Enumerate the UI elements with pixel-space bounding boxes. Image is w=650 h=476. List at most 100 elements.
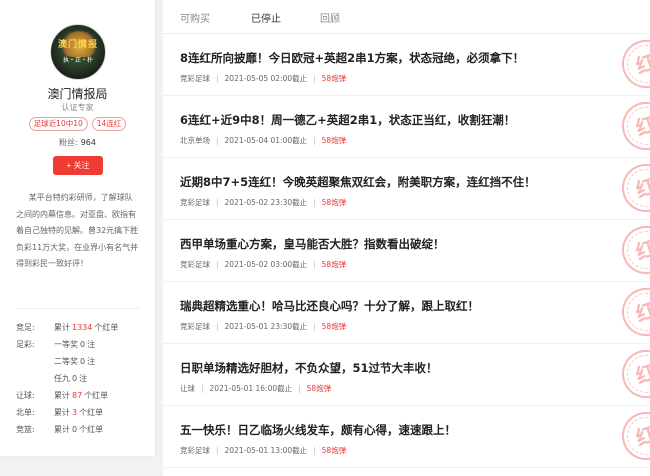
expert-name: 澳门情报局 <box>47 87 108 101</box>
stat-label: 让球: <box>16 391 35 400</box>
plan-deadline: 2021-05-01 13:00截止 <box>224 446 308 455</box>
stat-value: 1334 <box>72 323 93 332</box>
record-stats: 竞足: 累计 1334 个红单 足彩: 一等奖 0 注二等奖 0 注任九 0 注让球: 累计 87 个红单北… <box>16 322 151 441</box>
avatar-text-sub: 执・正・朴 <box>62 57 93 64</box>
stat-prefix: 累计 <box>54 408 70 417</box>
plan-price: 58炮弹 <box>321 198 347 207</box>
stat-suffix: 个红单 <box>94 323 119 332</box>
stat-value: 0 <box>80 357 86 366</box>
meta-separator: | <box>313 136 316 145</box>
plan-category: 竞彩足球 <box>180 74 210 83</box>
expert-profile-card: 澳门情报 执・正・朴 澳门情报局 认证专家 足球近10中10 14连红 粉丝: 9… <box>0 0 155 456</box>
follow-button[interactable]: + 关注 <box>53 156 103 175</box>
meta-separator: | <box>313 74 316 83</box>
stat-suffix: 个红单 <box>79 408 104 417</box>
plan-deadline: 2021-05-02 03:00截止 <box>224 260 308 269</box>
meta-separator: | <box>201 384 204 393</box>
stat-label <box>16 356 54 373</box>
fans-label: 粉丝: <box>59 138 78 147</box>
plan-title[interactable]: 6连红+近9中8！周一德乙+英超2串1，状态正当红，收割狂潮！ <box>180 112 515 128</box>
red-result-stamp-icon: 红 <box>615 33 650 95</box>
meta-separator: | <box>216 136 219 145</box>
plan-title[interactable]: 8连红所向披靡！今日欧冠+英超2串1方案，状态冠绝，必须拿下！ <box>180 50 524 66</box>
plan-title[interactable]: 日职单场精选好胆材，不负众望，51过节大丰收！ <box>180 360 438 376</box>
stat-prefix: 累计 <box>54 425 70 434</box>
plan-title[interactable]: 近期8中7+5连红！今晚英超聚焦双红会，附美职方案，连红挡不住！ <box>180 174 536 190</box>
stat-suffix: 个红单 <box>84 391 109 400</box>
red-result-stamp-icon: 红 <box>615 405 650 467</box>
stat-label: 竞篮: <box>16 425 35 434</box>
stat-row: 北单: 累计 3 个红单 <box>16 407 151 424</box>
divider <box>16 308 139 309</box>
list-item[interactable]: 五一快乐！日乙临场火线发车，颇有心得，速速跟上！ 竞彩足球 | 2021-05-01 … <box>163 405 650 468</box>
verify-label: 认证专家 <box>61 103 94 112</box>
list-item[interactable]: 日职单场精选好胆材，不负众望，51过节大丰收！ 让球 | 2021-05-01 16:… <box>163 343 650 406</box>
plan-title[interactable]: 瑞典超精选重心！哈马比还良心吗？十分了解，跟上取红！ <box>180 298 479 314</box>
stat-row: 足彩: 一等奖 0 注 <box>16 339 151 356</box>
red-result-stamp-icon: 红 <box>615 343 650 405</box>
list-item[interactable]: 6连红+近9中8！周一德乙+英超2串1，状态正当红，收割狂潮！ 北京单场 | 2021… <box>163 95 650 158</box>
plan-meta: 竞彩足球 | 2021-05-02 03:00截止 | 58炮弹 <box>180 259 346 270</box>
avatar-text-main: 澳门情报 <box>57 40 98 50</box>
stat-suffix: 注 <box>87 340 96 349</box>
tab-review[interactable]: 回顾 <box>320 10 340 25</box>
stat-value: 87 <box>72 391 83 400</box>
plan-price: 58炮弹 <box>321 322 347 331</box>
plan-deadline: 2021-05-01 23:30截止 <box>224 322 308 331</box>
plan-meta: 北京单场 | 2021-05-04 01:00截止 | 58炮弹 <box>180 135 346 146</box>
fans-count: 粉丝: 964 <box>0 137 155 148</box>
red-result-stamp-icon: 红 <box>615 219 650 281</box>
fans-number: 964 <box>80 138 96 147</box>
meta-separator: | <box>216 446 219 455</box>
stat-label: 竞足: <box>16 323 35 332</box>
meta-separator: | <box>313 198 316 207</box>
list-item[interactable]: 近期8中7+5连红！今晚英超聚焦双红会，附美职方案，连红挡不住！ 竞彩足球 | 202… <box>163 157 650 220</box>
meta-separator: | <box>313 260 316 269</box>
plan-list: 8连红所向披靡！今日欧冠+英超2串1方案，状态冠绝，必须拿下！ 竞彩足球 | 2021… <box>163 33 650 468</box>
red-result-stamp-icon: 红 <box>615 95 650 157</box>
meta-separator: | <box>216 74 219 83</box>
plan-category: 竞彩足球 <box>180 446 210 455</box>
plan-title[interactable]: 西甲单场重心方案，皇马能否大胜？指数看出破绽！ <box>180 236 445 252</box>
tab-available[interactable]: 可购买 <box>180 10 210 25</box>
plan-price: 58炮弹 <box>321 74 347 83</box>
stat-row: 任九 0 注 <box>16 373 151 390</box>
stat-value: 0 <box>72 425 78 434</box>
stat-row: 让球: 累计 87 个红单 <box>16 390 151 407</box>
tag-win-streak: 14连红 <box>91 117 127 131</box>
tag-recent-record: 足球近10中10 <box>28 117 88 131</box>
tab-stopped[interactable]: 已停止 <box>251 10 281 25</box>
plan-price: 58炮弹 <box>321 136 347 145</box>
plan-list-panel: 可购买 已停止 回顾 8连红所向披靡！今日欧冠+英超2串1方案，状态冠绝，必须拿… <box>163 0 650 476</box>
list-item[interactable]: 8连红所向披靡！今日欧冠+英超2串1方案，状态冠绝，必须拿下！ 竞彩足球 | 2021… <box>163 33 650 96</box>
achievement-tags: 足球近10中10 14连红 <box>0 117 155 131</box>
stat-suffix: 注 <box>79 374 88 383</box>
list-item[interactable]: 西甲单场重心方案，皇马能否大胜？指数看出破绽！ 竞彩足球 | 2021-05-02 0… <box>163 219 650 282</box>
stat-suffix: 个红单 <box>79 425 104 434</box>
stat-prefix: 二等奖 <box>54 357 78 366</box>
list-item[interactable]: 瑞典超精选重心！哈马比还良心吗？十分了解，跟上取红！ 竞彩足球 | 2021-05-0… <box>163 281 650 344</box>
plan-deadline: 2021-05-05 02:00截止 <box>224 74 308 83</box>
plan-category: 竞彩足球 <box>180 322 210 331</box>
plan-price: 58炮弹 <box>321 260 347 269</box>
stat-prefix: 累计 <box>54 391 70 400</box>
plan-category: 让球 <box>180 384 195 393</box>
meta-separator: | <box>216 198 219 207</box>
plan-meta: 让球 | 2021-05-01 16:00截止 | 58炮弹 <box>180 383 331 394</box>
red-result-stamp-icon: 红 <box>615 281 650 343</box>
avatar[interactable]: 澳门情报 执・正・朴 <box>50 24 106 80</box>
plan-category: 竞彩足球 <box>180 260 210 269</box>
stat-suffix: 注 <box>87 357 96 366</box>
stat-label <box>16 373 54 390</box>
red-result-stamp-icon: 红 <box>615 157 650 219</box>
stat-row: 二等奖 0 注 <box>16 356 151 373</box>
stat-label: 北单: <box>16 408 35 417</box>
plan-price: 58炮弹 <box>321 446 347 455</box>
plan-title[interactable]: 五一快乐！日乙临场火线发车，颇有心得，速速跟上！ <box>180 422 456 438</box>
plan-meta: 竞彩足球 | 2021-05-01 13:00截止 | 58炮弹 <box>180 445 346 456</box>
plan-price: 58炮弹 <box>306 384 332 393</box>
stat-value: 0 <box>72 374 78 383</box>
stat-value: 3 <box>72 408 78 417</box>
plan-deadline: 2021-05-04 01:00截止 <box>224 136 308 145</box>
meta-separator: | <box>313 446 316 455</box>
